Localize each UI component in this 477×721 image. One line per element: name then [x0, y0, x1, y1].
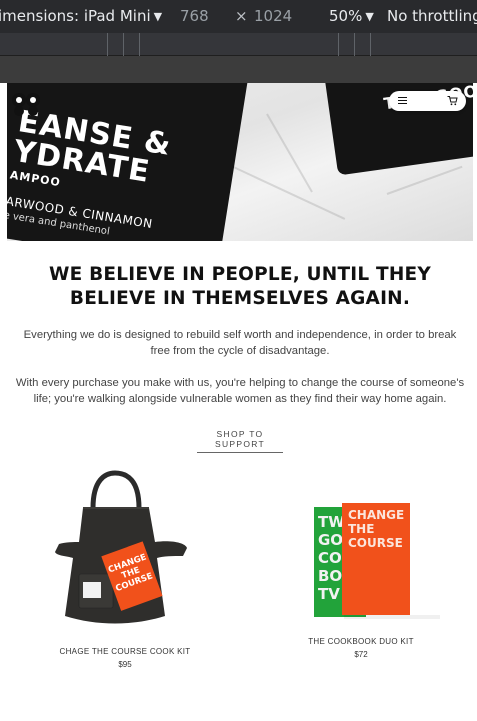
- product-title[interactable]: CHAGE THE COURSE COOK KIT: [35, 647, 215, 656]
- cookbook-duo-product-image[interactable]: TW GO CO BO TV CHANGE THE COURSE: [312, 503, 442, 623]
- page-headline: WE BELIEVE IN PEOPLE, UNTIL THEY BELIEVE…: [49, 264, 431, 309]
- book-cover-text: THE: [348, 522, 374, 536]
- marble-vein: [386, 165, 463, 195]
- device-viewport: EANSE & YDRATE AMPOO ARWOOD & CINNAMON e…: [7, 83, 473, 721]
- hamburger-icon[interactable]: [398, 96, 407, 105]
- mission-paragraph: Everything we do is designed to rebuild …: [23, 329, 457, 357]
- product-price: $95: [118, 660, 132, 669]
- media-query-marker[interactable]: [354, 33, 355, 56]
- media-query-marker[interactable]: [370, 33, 371, 56]
- chevron-down-icon: ▼: [153, 10, 163, 23]
- product-title[interactable]: THE COOKBOOK DUO KIT: [271, 637, 451, 646]
- two-good-logo-icon[interactable]: [11, 91, 45, 117]
- marble-vein: [266, 113, 313, 193]
- media-query-marker[interactable]: [338, 33, 339, 56]
- devtools-device-toolbar: imensions: iPad Mini ▼ 768 × 1024 50% ▼ No…: [0, 0, 477, 33]
- nav-pill: [389, 91, 466, 111]
- book-cover-text: COURSE: [348, 536, 403, 550]
- media-query-marker[interactable]: [139, 33, 140, 56]
- zoom-select[interactable]: 50% ▼: [329, 7, 374, 27]
- media-query-bar: [0, 33, 477, 56]
- hero-image: EANSE & YDRATE AMPOO ARWOOD & CINNAMON e…: [7, 83, 473, 241]
- media-query-marker[interactable]: [123, 33, 124, 56]
- book-cover-text: CO: [318, 549, 342, 567]
- chevron-down-icon: ▼: [365, 10, 374, 23]
- book-cover-text: GO: [318, 531, 343, 549]
- throttle-select[interactable]: No throttling: [387, 7, 477, 25]
- times-icon: ×: [235, 7, 248, 25]
- device-select[interactable]: imensions: iPad Mini ▼: [0, 7, 162, 27]
- product-price: $72: [354, 650, 368, 659]
- height-input[interactable]: 1024: [254, 7, 292, 25]
- mission-paragraph: With every purchase you make with us, yo…: [15, 377, 465, 405]
- device-select-label: imensions: iPad Mini: [0, 7, 151, 25]
- shop-to-support-link[interactable]: SHOP TO SUPPORT: [197, 429, 283, 453]
- media-query-marker[interactable]: [107, 33, 108, 56]
- book-cover-text: TV: [318, 585, 340, 603]
- zoom-select-label: 50%: [329, 7, 363, 25]
- cart-icon[interactable]: [447, 95, 458, 106]
- book-cover-text: TW: [318, 513, 345, 531]
- book-cover-text: CHANGE: [348, 508, 404, 522]
- marble-vein: [226, 163, 346, 220]
- apron-product-image[interactable]: CHANGE THE COURSE: [53, 470, 189, 630]
- ruler: [0, 56, 477, 83]
- width-input[interactable]: 768: [180, 7, 209, 25]
- book-cover-text: BO: [318, 567, 342, 585]
